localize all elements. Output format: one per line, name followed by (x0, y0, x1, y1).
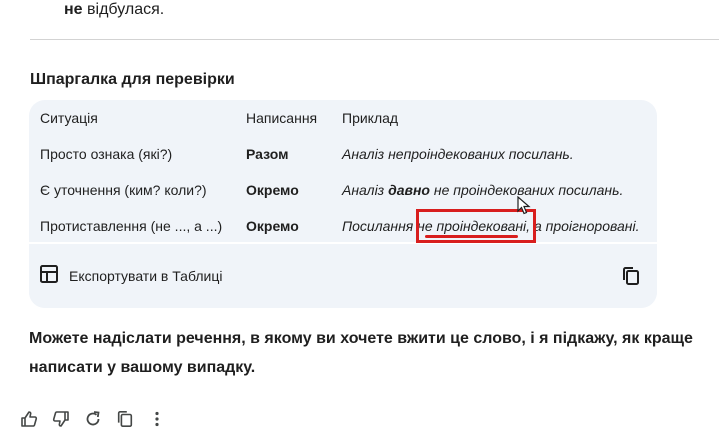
more-options-button[interactable] (146, 408, 168, 430)
copy-response-button[interactable] (114, 408, 136, 430)
header-spelling: Написання (246, 110, 318, 126)
thumbs-up-icon (21, 411, 38, 427)
bold-word: не (64, 1, 83, 18)
row-2-example-bold: давно (388, 182, 430, 198)
thumbs-down-button[interactable] (50, 408, 72, 430)
response-actions (18, 408, 168, 430)
regenerate-icon (86, 411, 100, 426)
row-1-spelling: Разом (246, 146, 289, 162)
thumbs-down-icon (52, 411, 69, 427)
copy-table-button[interactable] (621, 266, 643, 288)
row-3-spelling: Окремо (246, 218, 299, 234)
mouse-cursor-icon (517, 195, 531, 221)
assistant-message: Можете надіслати речення, в якому ви хоч… (29, 330, 693, 376)
export-label: Експортувати в Таблиці (69, 268, 223, 284)
export-to-sheets-button[interactable]: Експортувати в Таблиці (39, 262, 222, 290)
regenerate-button[interactable] (82, 408, 104, 430)
cheatsheet-card: Ситуація Написання Приклад Просто ознака… (29, 100, 657, 308)
thumbs-up-button[interactable] (18, 408, 40, 430)
row-2-example: Аналіз давно не проіндекованих посилань. (342, 181, 623, 199)
header-situation: Ситуація (40, 110, 98, 126)
header-example: Приклад (342, 110, 399, 126)
previous-text-rest: відбулася. (82, 1, 165, 18)
row-1-example-text: Аналіз непроіндекованих посилань. (342, 146, 574, 162)
annotation-underline (425, 235, 518, 238)
cheatsheet-title: Шпаргалка для перевірки (30, 71, 235, 88)
cheatsheet-table: Ситуація Написання Приклад Просто ознака… (29, 100, 657, 242)
row-2-situation: Є уточнення (ким? коли?) (40, 182, 207, 198)
row-2-spelling: Окремо (246, 182, 299, 198)
previous-text-tail: не відбулася. (64, 0, 164, 20)
more-icon (155, 411, 159, 427)
table-icon (39, 264, 59, 289)
table-footer: Експортувати в Таблиці (29, 242, 657, 308)
divider (30, 39, 719, 40)
copy-icon (117, 410, 133, 428)
row-2-example-before: Аналіз (342, 182, 389, 198)
row-1-example: Аналіз непроіндекованих посилань. (342, 145, 574, 163)
row-1-situation: Просто ознака (які?) (40, 146, 173, 162)
copy-icon (623, 267, 639, 285)
row-3-situation: Протиставлення (не ..., а ...) (40, 218, 223, 234)
